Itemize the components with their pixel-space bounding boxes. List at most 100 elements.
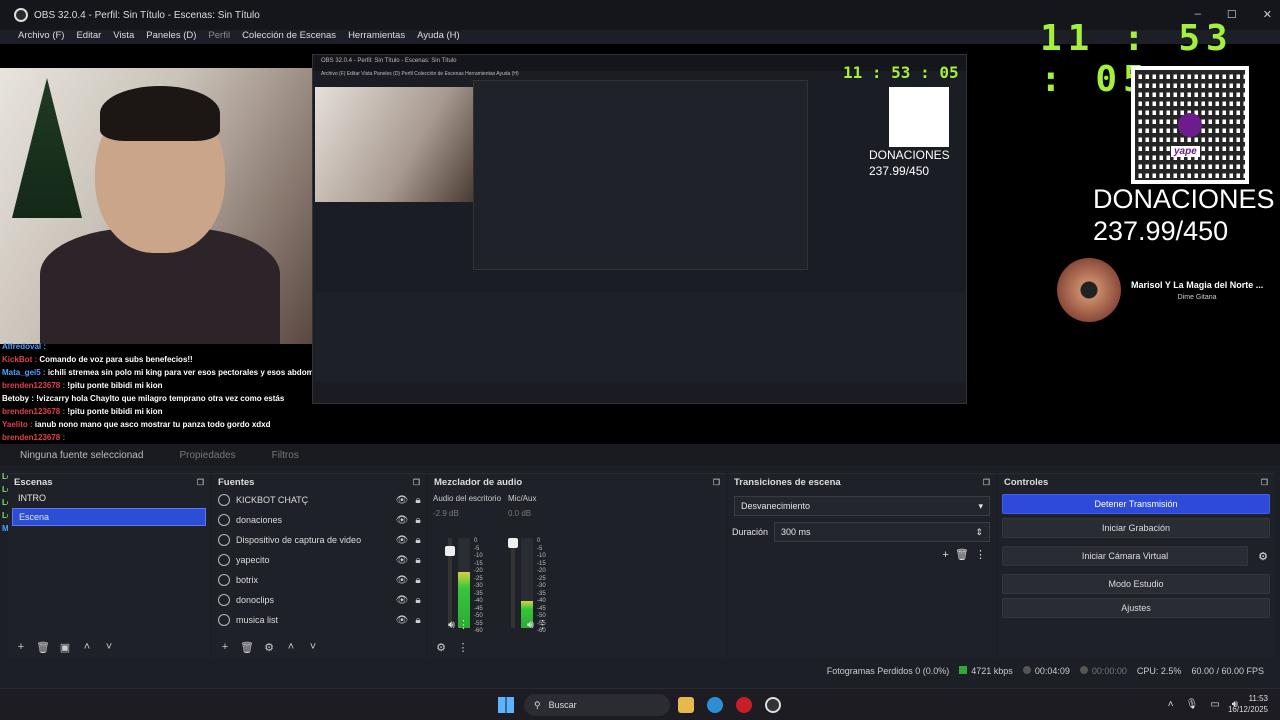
edge-icon[interactable] — [707, 697, 723, 713]
transition-select[interactable]: Desvanecimiento ▾ — [734, 496, 990, 516]
eye-icon[interactable]: 👁︎ — [394, 615, 410, 626]
lock-icon[interactable]: 🔒︎ — [410, 515, 426, 526]
transitions-title: Transiciones de escena — [734, 476, 841, 488]
menu-archivo[interactable]: Archivo (F) — [18, 30, 64, 44]
gear-icon[interactable]: ⚙ — [434, 641, 448, 654]
source-label: botrix — [236, 575, 259, 585]
undock-icon[interactable]: ❐ — [197, 478, 204, 487]
chat-username: Betoby : — [2, 394, 34, 403]
lock-icon[interactable]: 🔒︎ — [410, 595, 426, 606]
chat-text: !vizcarry hola Chaylto que milagro tempr… — [36, 394, 285, 403]
taskbar-search[interactable]: ⚲ Buscar — [524, 694, 670, 716]
source-item[interactable]: yapecito 👁︎ 🔒︎ — [212, 550, 426, 570]
source-item[interactable]: donaciones 👁︎ 🔒︎ — [212, 510, 426, 530]
source-type-icon — [218, 514, 230, 526]
menu-paneles[interactable]: Paneles (D) — [146, 30, 196, 44]
filters-button[interactable]: Filtros — [272, 450, 299, 461]
speaker-icon[interactable]: 🔊︎ ⋮ — [448, 618, 469, 632]
lock-icon[interactable]: 🔒︎ — [410, 535, 426, 546]
donations-title: DONACIONES — [1093, 184, 1275, 214]
lock-icon[interactable]: 🔒︎ — [410, 615, 426, 626]
obs-icon[interactable] — [765, 697, 781, 713]
source-item[interactable]: donoclips 👁︎ 🔒︎ — [212, 590, 426, 610]
chat-username: brenden123678 : — [2, 433, 66, 442]
album-cover — [1057, 258, 1121, 322]
start-virtual-camera-button[interactable]: Iniciar Cámara Virtual — [1002, 546, 1248, 566]
file-explorer-icon[interactable] — [678, 697, 694, 713]
chat-text: Comando de voz para subs benefecios!! — [39, 355, 193, 364]
lock-icon[interactable]: 🔒︎ — [410, 555, 426, 566]
undock-icon[interactable]: ❐ — [983, 478, 990, 487]
menu-coleccion-escenas[interactable]: Colección de Escenas — [242, 30, 336, 44]
taskbar-clock[interactable]: 11:53 16/12/2025 — [1228, 693, 1268, 715]
up-icon[interactable]: ˄ — [80, 641, 94, 653]
down-icon[interactable]: ˅ — [306, 641, 320, 653]
gear-icon[interactable]: ⚙ — [262, 641, 276, 654]
eye-icon[interactable]: 👁︎ — [394, 495, 410, 506]
volume-slider-desktop[interactable] — [445, 538, 455, 628]
stop-stream-button[interactable]: Detener Transmisión — [1002, 494, 1270, 514]
undock-icon[interactable]: ❐ — [713, 478, 720, 487]
add-icon[interactable]: + — [14, 641, 28, 653]
eye-icon[interactable]: 👁︎ — [394, 515, 410, 526]
eye-icon[interactable]: 👁︎ — [394, 595, 410, 606]
trash-icon[interactable]: 🗑 — [36, 641, 50, 654]
record-icon — [1079, 666, 1088, 674]
chat-message: brenden123678 : !pitu ponte bibidi mi ki… — [2, 405, 312, 418]
menu-vista[interactable]: Vista — [113, 30, 134, 44]
menu-perfil[interactable]: Perfil — [208, 30, 230, 44]
menu-herramientas[interactable]: Herramientas — [348, 30, 405, 44]
more-icon[interactable]: ⋮ — [456, 641, 470, 654]
donations-value: 237.99/450 — [1093, 216, 1229, 246]
undock-icon[interactable]: ❐ — [413, 478, 420, 487]
properties-button[interactable]: Propiedades — [179, 450, 235, 461]
trash-icon[interactable]: 🗑 — [240, 641, 254, 654]
stream-preview[interactable]: OBS 32.0.4 - Perfil: Sin Título - Escena… — [0, 18, 1280, 533]
add-icon[interactable]: + — [218, 641, 232, 653]
menu-editar[interactable]: Editar — [76, 30, 101, 44]
obs-logo-icon — [14, 8, 28, 22]
inner-donations: DONACIONES 237.99/450 — [869, 148, 950, 178]
up-icon[interactable]: ˄ — [284, 641, 298, 653]
network-icon[interactable]: ▭ — [1210, 699, 1219, 710]
no-source-selected: Ninguna fuente seleccionad — [20, 449, 144, 461]
more-icon[interactable]: ⋮ — [975, 549, 986, 561]
source-item[interactable]: Dispositivo de captura de video 👁︎ 🔒︎ — [212, 530, 426, 550]
eye-icon[interactable]: 👁︎ — [394, 575, 410, 586]
windows-start-icon[interactable] — [498, 697, 514, 713]
trash-icon[interactable]: 🗑 — [955, 549, 969, 561]
stream-icon — [1022, 666, 1031, 674]
eye-icon[interactable]: 👁︎ — [394, 555, 410, 566]
source-item[interactable]: musica list 👁︎ 🔒︎ — [212, 610, 426, 630]
duration-input[interactable]: 300 ms ⇕ — [774, 522, 990, 542]
filter-icon[interactable]: ▣ — [58, 641, 72, 654]
source-toolbar: Ninguna fuente seleccionad Propiedades F… — [0, 444, 1280, 466]
eye-icon[interactable]: 👁︎ — [394, 535, 410, 546]
scene-item-selected[interactable]: Escena — [12, 508, 206, 526]
chevron-up-icon[interactable]: ˄ — [1168, 699, 1174, 710]
spin-icon[interactable]: ⇕ — [975, 527, 983, 538]
menu-ayuda[interactable]: Ayuda (H) — [417, 30, 460, 44]
gear-icon[interactable]: ⚙ — [1252, 550, 1274, 563]
volume-slider-mic[interactable] — [508, 538, 518, 628]
source-item[interactable]: KICKBOT CHATÇ 👁︎ 🔒︎ — [212, 490, 426, 510]
speaker-icon[interactable]: 🔊︎ ⋮ — [527, 618, 548, 632]
microphone-icon[interactable]: 🎙︎ — [1186, 699, 1199, 710]
fps: 60.00 / 60.00 FPS — [1191, 666, 1264, 676]
yape-qr-code: yape — [1131, 66, 1249, 184]
undock-icon[interactable]: ❐ — [1261, 478, 1268, 487]
studio-mode-button[interactable]: Modo Estudio — [1002, 574, 1270, 594]
source-type-icon — [218, 494, 230, 506]
start-recording-button[interactable]: Iniciar Grabación — [1002, 518, 1270, 538]
cpu-usage: CPU: 2.5% — [1136, 666, 1182, 676]
transitions-dock: Transiciones de escena ❐ Desvanecimiento ▾… — [728, 473, 996, 658]
lock-icon[interactable]: 🔒︎ — [410, 575, 426, 586]
scene-item[interactable]: INTRO — [12, 490, 206, 508]
source-item[interactable]: botrix 👁︎ 🔒︎ — [212, 570, 426, 590]
opera-icon[interactable] — [736, 697, 752, 713]
down-icon[interactable]: ˅ — [102, 641, 116, 653]
lock-icon[interactable]: 🔒︎ — [410, 495, 426, 506]
controls-dock: Controles ❐ Detener Transmisión Iniciar G… — [998, 473, 1274, 658]
add-icon[interactable]: + — [942, 549, 948, 561]
settings-button[interactable]: Ajustes — [1002, 598, 1270, 618]
